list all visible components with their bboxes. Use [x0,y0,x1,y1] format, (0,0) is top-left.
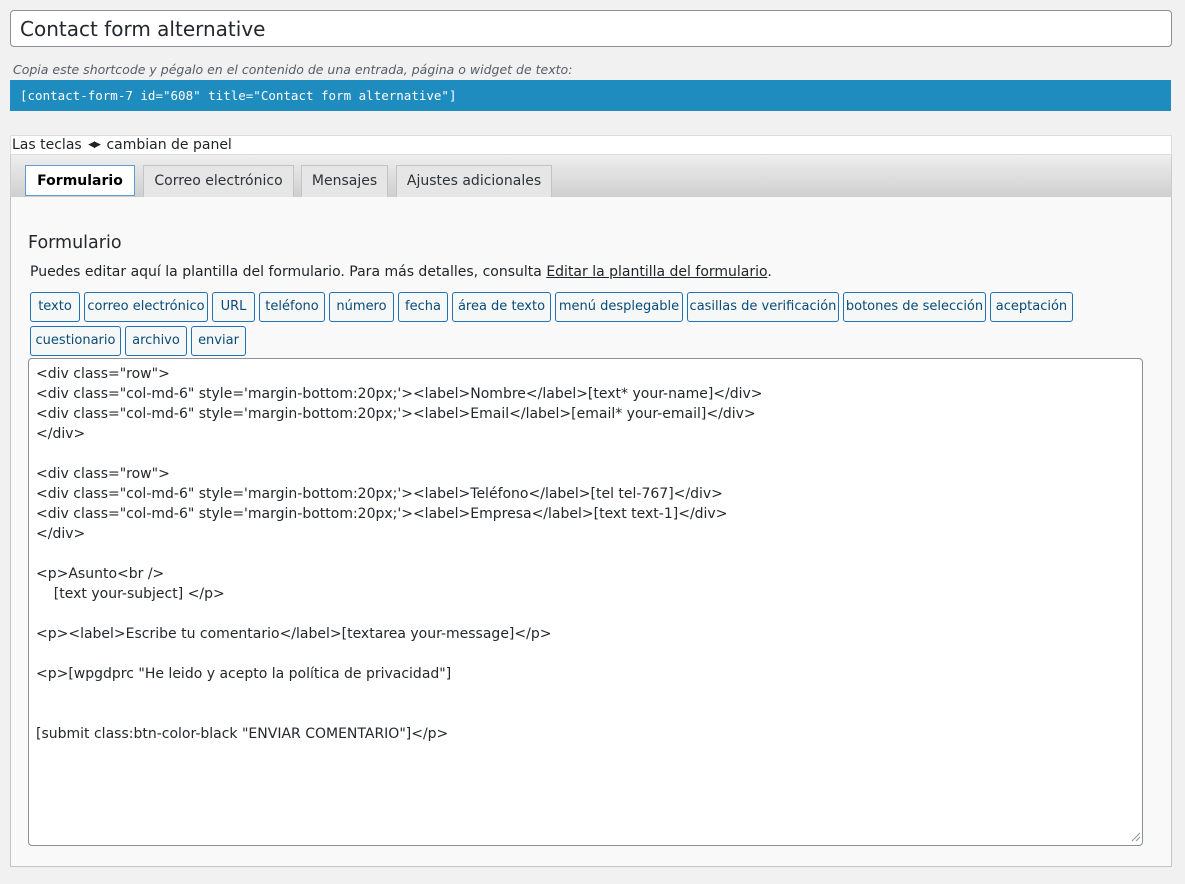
tag-button-area-de-texto[interactable]: área de texto [452,292,551,322]
edit-template-link[interactable]: Editar la plantilla del formulario [546,264,767,280]
tag-button-url[interactable]: URL [212,292,255,322]
tag-button-aceptacion[interactable]: aceptación [990,292,1073,322]
tag-button-texto[interactable]: texto [30,292,80,322]
tag-button-numero[interactable]: número [329,292,394,322]
tab-formulario[interactable]: Formulario [25,165,135,196]
tag-button-telefono[interactable]: teléfono [259,292,325,322]
keys-hint-before: Las teclas [12,137,82,153]
tab-correo-electronico[interactable]: Correo electrónico [143,165,294,197]
keys-hint-after: cambian de panel [106,137,232,153]
form-template-editor[interactable]: <div class="row"> <div class="col-md-6" … [28,358,1143,846]
tag-button-fecha[interactable]: fecha [398,292,448,322]
tag-button-casillas-de-verificacion[interactable]: casillas de verificación [687,292,839,322]
tab-mensajes[interactable]: Mensajes [301,165,388,197]
panel-description-suffix: . [767,264,772,280]
shortcode-hint: Copia este shortcode y pégalo en el cont… [13,62,573,77]
keys-hint: Las teclas ◀▶ cambian de panel [10,135,1172,155]
tab-ajustes-adicionales[interactable]: Ajustes adicionales [396,165,552,197]
panel-title: Formulario [28,233,122,253]
tag-button-cuestionario[interactable]: cuestionario [30,326,121,356]
panel-tabs-bar: Formulario Correo electrónico Mensajes A… [10,155,1172,198]
tag-button-enviar[interactable]: enviar [191,326,246,356]
tag-button-botones-de-seleccion[interactable]: botones de selección [843,292,986,322]
left-right-arrows-icon: ◀▶ [88,140,101,150]
tag-button-menu-desplegable[interactable]: menú desplegable [555,292,683,322]
shortcode-box[interactable]: [contact-form-7 id="608" title="Contact … [10,80,1171,111]
tag-button-archivo[interactable]: archivo [125,326,187,356]
panel-description: Puedes editar aquí la plantilla del form… [30,264,772,280]
form-title-input[interactable] [10,10,1172,47]
resize-grip-icon[interactable] [1131,832,1141,842]
panel-description-text: Puedes editar aquí la plantilla del form… [30,264,547,280]
tag-button-correo-electronico[interactable]: correo electrónico [84,292,208,322]
